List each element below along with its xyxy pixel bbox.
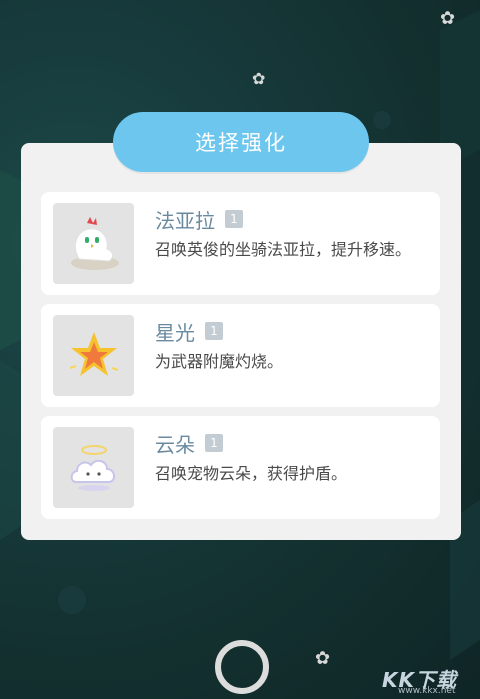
star-icon: [69, 331, 118, 376]
upgrade-option-faya[interactable]: 法亚拉 1 召唤英俊的坐骑法亚拉，提升移速。: [41, 192, 440, 295]
upgrade-option-starlight[interactable]: 星光 1 为武器附魔灼烧。: [41, 304, 440, 407]
watermark-logo: KK下载 www.kkx.net: [382, 664, 474, 696]
option-description: 为武器附魔灼烧。: [155, 352, 284, 371]
upgrade-option-cloud[interactable]: 云朵 1 召唤宠物云朵，获得护盾。: [41, 416, 440, 519]
option-name: 云朵: [155, 432, 195, 457]
level-badge: 1: [205, 434, 223, 452]
dialog-title: 选择强化: [113, 112, 369, 172]
option-header: 云朵 1: [155, 430, 223, 457]
cloud-pet-icon: [70, 444, 115, 491]
option-header: 星光 1: [155, 318, 223, 345]
option-name: 星光: [155, 320, 195, 345]
option-description: 召唤英俊的坐骑法亚拉，提升移速。: [155, 240, 412, 259]
chicken-mount-icon: [70, 216, 119, 270]
option-header: 法亚拉 1: [155, 206, 243, 233]
background-star-icon: ✿: [315, 648, 331, 669]
option-thumbnail: [53, 203, 134, 284]
option-thumbnail: [53, 427, 134, 508]
joystick-ring[interactable]: [215, 640, 269, 694]
option-name: 法亚拉: [155, 208, 215, 233]
level-badge: 1: [225, 210, 243, 228]
option-description: 召唤宠物云朵，获得护盾。: [155, 464, 348, 483]
background-star-icon: ✿: [252, 69, 266, 88]
option-thumbnail: [53, 315, 134, 396]
watermark-url: www.kkx.net: [398, 686, 456, 696]
level-badge: 1: [205, 322, 223, 340]
background-star-icon: ✿: [440, 8, 456, 29]
